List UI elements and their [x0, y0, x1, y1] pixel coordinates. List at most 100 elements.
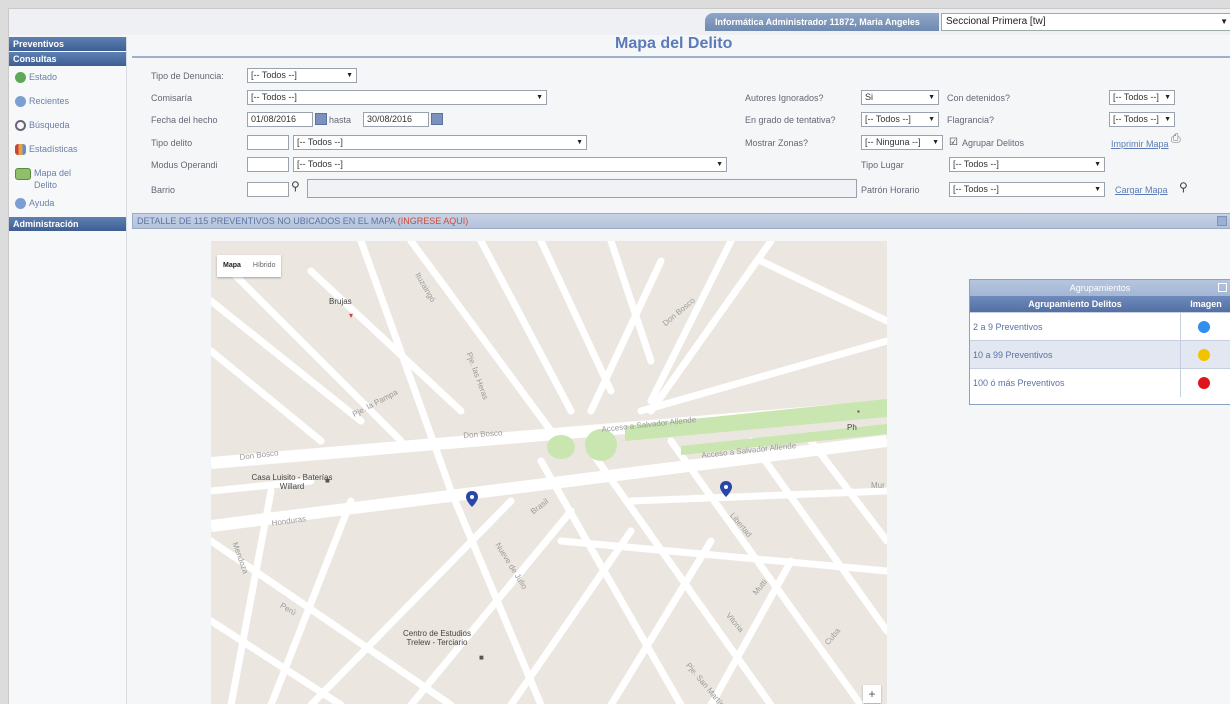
map-type-tabs: Mapa Híbrido	[217, 255, 282, 277]
ingrese-aqui-link[interactable]: (INGRESE AQUI)	[398, 216, 469, 226]
map-icon	[15, 168, 31, 180]
comisaria-label: Comisaría	[151, 93, 193, 103]
patron-horario-value: [-- Todos --]	[953, 184, 999, 194]
sidebar-item-busqueda[interactable]: Búsqueda	[9, 115, 126, 139]
comisaria-select[interactable]: [-- Todos --] ▼	[247, 90, 547, 105]
con-detenidos-select[interactable]: [-- Todos --] ▼	[1109, 90, 1175, 105]
expand-icon[interactable]	[1217, 216, 1227, 226]
recent-icon	[15, 96, 26, 107]
search-icon[interactable]: ⚲	[1179, 180, 1188, 194]
sidebar-item-estadisticas[interactable]: Estadísticas	[9, 139, 126, 163]
building-icon: ▪	[857, 407, 860, 416]
legend-row-label: 2 a 9 Preventivos	[973, 322, 1043, 332]
chevron-down-icon: ▼	[928, 94, 935, 101]
barrio-code-input[interactable]	[247, 182, 289, 197]
search-icon[interactable]: ⚲	[291, 179, 300, 193]
imprimir-mapa-link[interactable]: Imprimir Mapa	[1111, 139, 1169, 149]
cluster-red-icon	[1198, 377, 1210, 389]
user-info: Informática Administrador 11872, Maria A…	[705, 13, 939, 31]
top-bar: Informática Administrador 11872, Maria A…	[9, 9, 1230, 35]
seccional-value: Seccional Primera [tw]	[946, 16, 1046, 27]
tipo-lugar-label: Tipo Lugar	[861, 160, 904, 170]
flagrancia-value: [-- Todos --]	[1113, 114, 1159, 124]
place-centro-estudios: Centro de Estudios Trelew - Terciario	[402, 629, 472, 647]
chevron-down-icon: ▼	[1220, 17, 1228, 26]
detalle-text: DETALLE DE 115 PREVENTIVOS NO UBICADOS E…	[137, 216, 396, 226]
sidebar-section-administracion[interactable]: Administración	[9, 217, 126, 231]
legend-col-agrupamiento: Agrupamiento Delitos	[1028, 299, 1122, 309]
place-ph: Ph	[847, 423, 857, 432]
title-divider	[132, 56, 1230, 58]
chevron-down-icon: ▼	[576, 139, 583, 146]
cargar-mapa-link[interactable]: Cargar Mapa	[1115, 185, 1168, 195]
modus-select[interactable]: [-- Todos --] ▼	[293, 157, 727, 172]
agrupar-checkbox[interactable]: ☑	[949, 137, 958, 148]
app-window: Informática Administrador 11872, Maria A…	[8, 8, 1230, 704]
legend-row-label: 100 ó más Preventivos	[973, 378, 1065, 388]
tipo-delito-value: [-- Todos --]	[297, 137, 343, 147]
modus-value: [-- Todos --]	[297, 159, 343, 169]
modus-label: Modus Operandi	[151, 160, 218, 170]
place-pin-icon: ▾	[349, 311, 354, 320]
tipo-lugar-select[interactable]: [-- Todos --] ▼	[949, 157, 1105, 172]
fecha-hasta-input[interactable]: 30/08/2016	[363, 112, 429, 127]
chevron-down-icon: ▼	[716, 161, 723, 168]
sidebar-item-label: Búsqueda	[29, 120, 70, 130]
agrupamientos-panel: Agrupamientos Agrupamiento Delitos Image…	[969, 279, 1230, 405]
barrio-input[interactable]	[307, 179, 857, 198]
flagrancia-label: Flagrancia?	[947, 115, 995, 125]
modus-code-input[interactable]	[247, 157, 289, 172]
grado-tentativa-label: En grado de tentativa?	[745, 115, 836, 125]
place-casa-luisito: Casa Luisito - Baterías Willard	[251, 473, 333, 491]
calendar-icon[interactable]	[315, 113, 327, 125]
tipo-denuncia-select[interactable]: [-- Todos --] ▼	[247, 68, 357, 83]
tipo-lugar-value: [-- Todos --]	[953, 159, 999, 169]
chevron-down-icon: ▼	[536, 94, 543, 101]
tipo-delito-label: Tipo delito	[151, 138, 193, 148]
sidebar-section-preventivos[interactable]: Preventivos	[9, 37, 126, 51]
grado-tentativa-select[interactable]: [-- Todos --] ▼	[861, 112, 939, 127]
sidebar: Preventivos Consultas Estado Recientes B…	[9, 37, 127, 704]
con-detenidos-label: Con detenidos?	[947, 93, 1011, 103]
sidebar-item-label: Estado	[29, 72, 58, 82]
fecha-desde-input[interactable]: 01/08/2016	[247, 112, 313, 127]
chevron-down-icon: ▼	[346, 72, 353, 79]
sidebar-item-label: Mapa del Delito	[34, 168, 72, 190]
sidebar-section-consultas[interactable]: Consultas	[9, 52, 126, 66]
map-canvas[interactable]: Mapa Híbrido Brujas ▾ Casa Luisito - Bat…	[211, 241, 887, 704]
tab-hibrido[interactable]: Híbrido	[247, 255, 282, 277]
agrupamientos-title-text: Agrupamientos	[1069, 283, 1131, 293]
tipo-delito-select[interactable]: [-- Todos --] ▼	[293, 135, 587, 150]
detalle-bar[interactable]: DETALLE DE 115 PREVENTIVOS NO UBICADOS E…	[132, 213, 1230, 229]
flagrancia-select[interactable]: [-- Todos --] ▼	[1109, 112, 1175, 127]
fecha-label: Fecha del hecho	[151, 115, 218, 125]
agrupar-label: Agrupar Delitos	[962, 138, 1025, 148]
sidebar-item-mapa[interactable]: Mapa del Delito	[9, 163, 126, 193]
sidebar-item-estado[interactable]: Estado	[9, 67, 126, 91]
calendar-icon[interactable]	[431, 113, 443, 125]
legend-row: 100 ó más Preventivos	[970, 368, 1230, 397]
patron-horario-select[interactable]: [-- Todos --] ▼	[949, 182, 1105, 197]
chevron-down-icon: ▼	[932, 139, 939, 146]
sidebar-item-label: Ayuda	[29, 198, 55, 208]
con-detenidos-value: [-- Todos --]	[1113, 92, 1159, 102]
tab-mapa[interactable]: Mapa	[217, 255, 247, 277]
agrupamientos-title: Agrupamientos	[970, 280, 1230, 296]
tipo-delito-code-input[interactable]	[247, 135, 289, 150]
autores-value: Si	[865, 92, 874, 102]
place-brujas: Brujas	[329, 297, 352, 306]
autores-label: Autores Ignorados?	[745, 93, 824, 103]
school-icon: ■	[479, 653, 484, 662]
printer-icon[interactable]: ⎙	[1171, 131, 1181, 146]
chevron-down-icon: ▼	[1094, 186, 1101, 193]
chevron-down-icon: ▼	[928, 116, 935, 123]
mostrar-zonas-select[interactable]: [-- Ninguna --] ▼	[861, 135, 943, 150]
chevron-down-icon: ▼	[1164, 94, 1171, 101]
seccional-select[interactable]: Seccional Primera [tw] ▼	[941, 13, 1230, 31]
sidebar-item-recientes[interactable]: Recientes	[9, 91, 126, 115]
refresh-icon	[15, 72, 26, 83]
collapse-icon[interactable]	[1218, 283, 1227, 292]
zoom-in-button[interactable]: +	[863, 685, 881, 703]
autores-select[interactable]: Si ▼	[861, 90, 939, 105]
sidebar-item-ayuda[interactable]: Ayuda	[9, 193, 126, 217]
